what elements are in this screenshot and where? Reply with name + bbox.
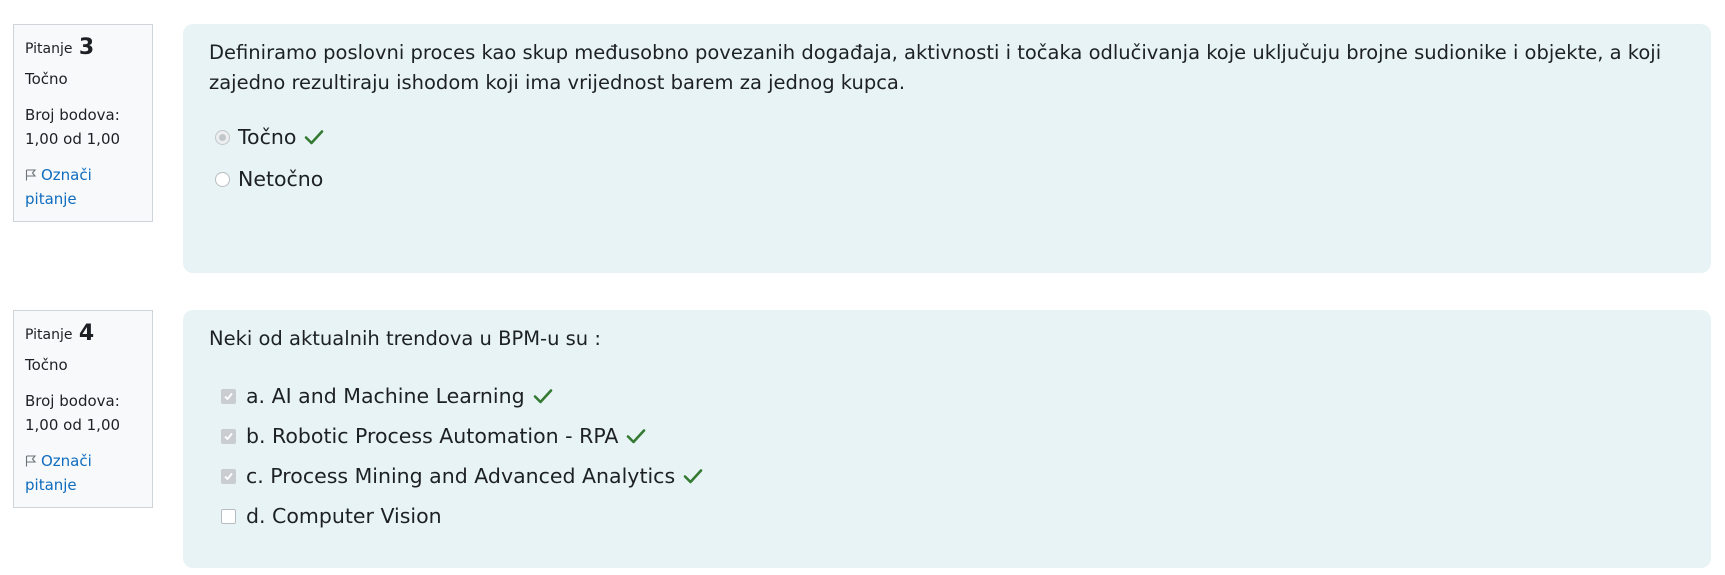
flag-label: Označi (41, 166, 92, 184)
correct-check-icon (683, 468, 703, 484)
grade-label: Broj bodova: (25, 106, 120, 124)
grade-label: Broj bodova: (25, 392, 120, 410)
answer-label: c. Process Mining and Advanced Analytics (246, 464, 676, 488)
question-number-value: 4 (78, 321, 95, 346)
answer-option-d[interactable]: d. Computer Vision (209, 496, 1689, 536)
question-state: Točno (25, 356, 68, 374)
correct-check-icon (304, 129, 324, 145)
answer-option-b[interactable]: b. Robotic Process Automation - RPA (209, 416, 1689, 456)
question-grade: Broj bodova: 1,00 od 1,00 (25, 103, 142, 151)
flag-label-second-line: pitanje (25, 476, 77, 494)
answer-label: d. Computer Vision (246, 504, 442, 528)
answer-label: Netočno (238, 167, 324, 191)
answer-list: Točno Netočno (209, 116, 1689, 200)
checkbox[interactable] (221, 388, 236, 404)
answer-label: Točno (238, 125, 297, 149)
question-number-value: 3 (78, 35, 95, 60)
flag-icon (25, 166, 41, 184)
flag-icon (25, 452, 41, 470)
question-info-panel: Pitanje 3 Točno Broj bodova: 1,00 od 1,0… (13, 24, 153, 222)
answer-option-c[interactable]: c. Process Mining and Advanced Analytics (209, 456, 1689, 496)
checkbox[interactable] (221, 468, 236, 484)
answer-label: b. Robotic Process Automation - RPA (246, 424, 619, 448)
answer-option-a[interactable]: a. AI and Machine Learning (209, 376, 1689, 416)
flag-question-link[interactable]: Označi pitanje (25, 449, 142, 497)
question-number: Pitanje 4 (25, 321, 142, 347)
correct-check-icon (626, 428, 646, 444)
flag-label: Označi (41, 452, 92, 470)
answer-label: a. AI and Machine Learning (246, 384, 525, 408)
answer-option-netocno[interactable]: Netočno (209, 158, 1689, 200)
flag-question-link[interactable]: Označi pitanje (25, 163, 142, 211)
grade-value: 1,00 od 1,00 (25, 416, 121, 434)
radio-button[interactable] (215, 171, 230, 187)
question-label: Pitanje (25, 327, 73, 343)
question-text: Neki od aktualnih trendova u BPM-u su : (209, 327, 601, 350)
checkbox[interactable] (221, 508, 236, 524)
answer-option-tocno[interactable]: Točno (209, 116, 1689, 158)
question-label: Pitanje (25, 41, 73, 57)
radio-button[interactable] (215, 129, 230, 145)
question-grade: Broj bodova: 1,00 od 1,00 (25, 389, 142, 437)
grade-value: 1,00 od 1,00 (25, 130, 121, 148)
question-text: Definiramo poslovni proces kao skup među… (209, 41, 1662, 94)
question-number: Pitanje 3 (25, 35, 142, 61)
question-info-panel: Pitanje 4 Točno Broj bodova: 1,00 od 1,0… (13, 310, 153, 508)
question-state: Točno (25, 70, 68, 88)
question-content: Neki od aktualnih trendova u BPM-u su : … (183, 310, 1711, 568)
correct-check-icon (533, 388, 553, 404)
answer-list: a. AI and Machine Learning b. Robotic Pr… (209, 376, 1689, 536)
checkbox[interactable] (221, 428, 236, 444)
flag-label-second-line: pitanje (25, 190, 77, 208)
question-content: Definiramo poslovni proces kao skup među… (183, 24, 1711, 273)
